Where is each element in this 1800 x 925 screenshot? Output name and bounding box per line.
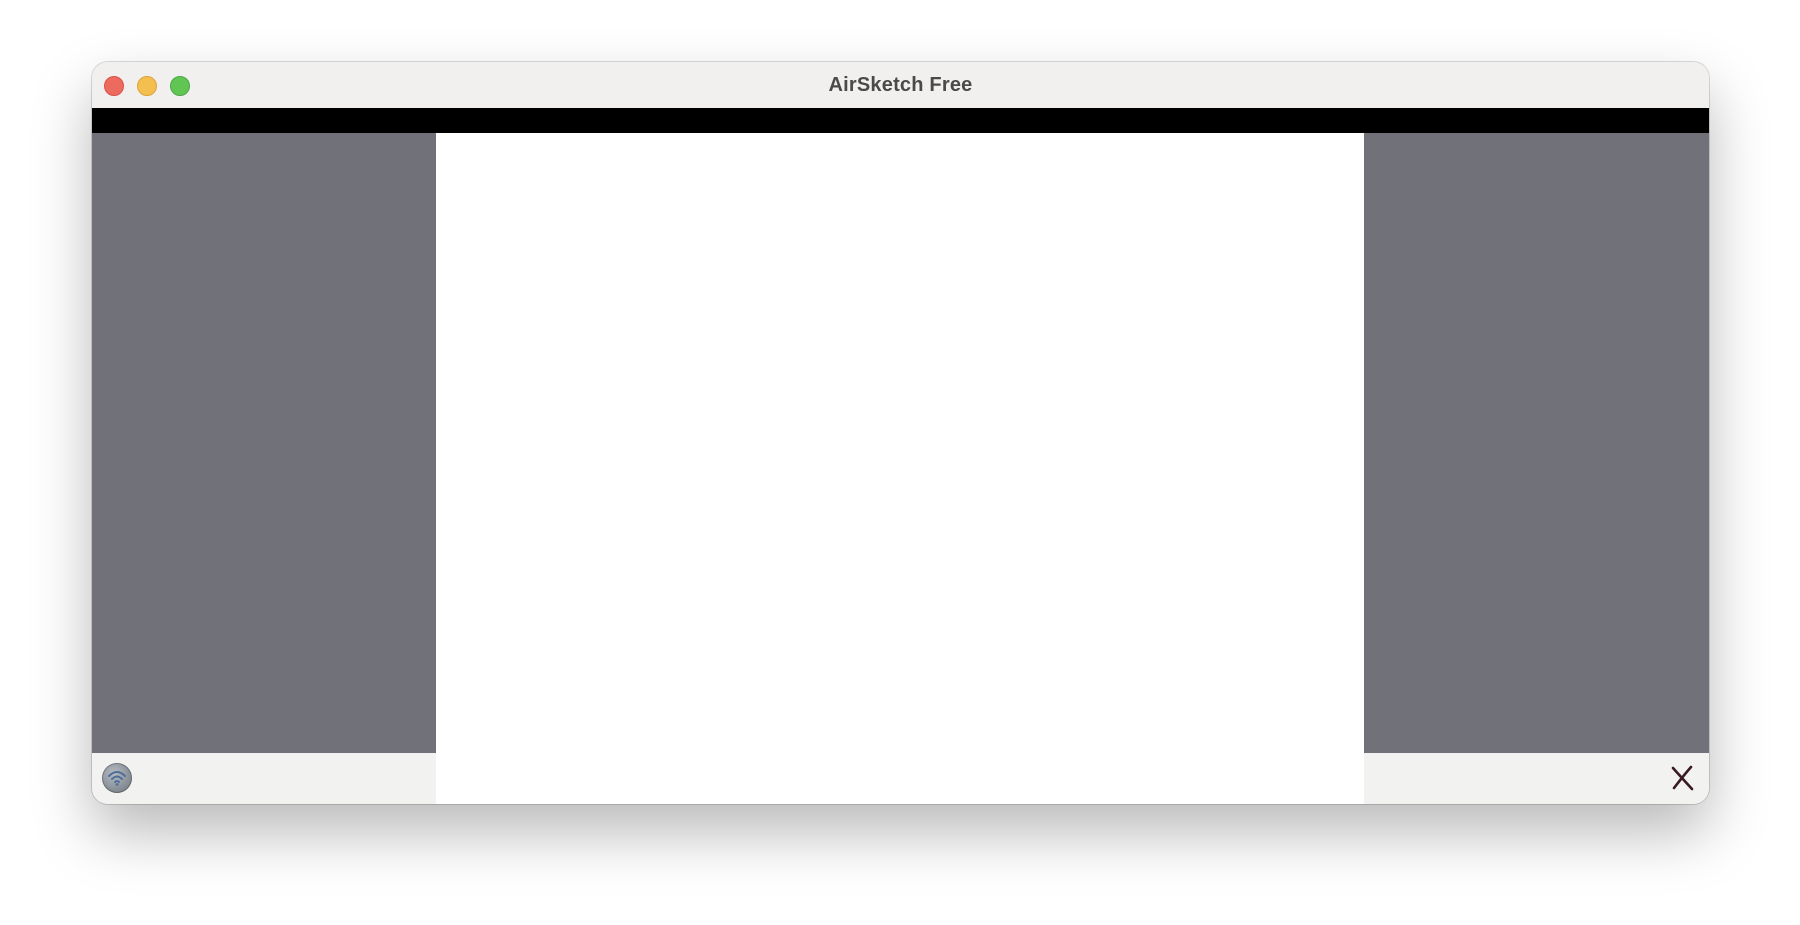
zoom-window-button[interactable] <box>170 76 190 96</box>
toolbar-strip <box>92 108 1709 133</box>
drawing-canvas[interactable] <box>436 133 1364 804</box>
left-side-panel <box>92 133 436 753</box>
wifi-connect-button[interactable] <box>102 763 132 793</box>
window-title: AirSketch Free <box>828 73 973 96</box>
app-window: AirSketch Free <box>92 62 1709 804</box>
clear-button[interactable] <box>1667 763 1697 793</box>
minimize-window-button[interactable] <box>137 76 157 96</box>
title-bar[interactable]: AirSketch Free <box>92 62 1709 108</box>
desktop: AirSketch Free <box>0 0 1800 925</box>
bottom-bar-right <box>1364 753 1709 804</box>
close-icon <box>1671 765 1694 791</box>
wifi-icon <box>108 771 126 786</box>
close-window-button[interactable] <box>104 76 124 96</box>
right-side-panel <box>1364 133 1709 753</box>
bottom-bar-left <box>92 753 436 804</box>
